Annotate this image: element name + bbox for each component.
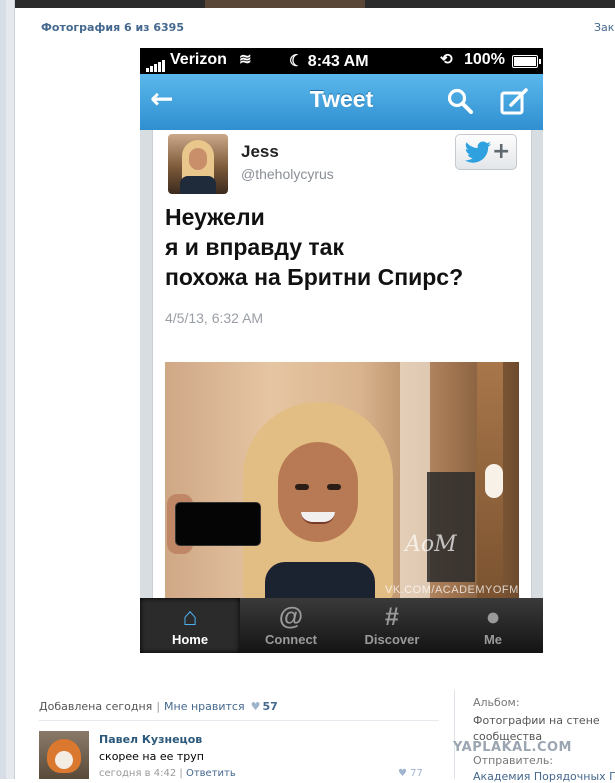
comment-author[interactable]: Павел Кузнецов xyxy=(99,733,202,746)
navbar-title: Tweet xyxy=(309,86,374,112)
ios-status-bar: Verizon ≋ ☾ 8:43 AM ⟲ 100% xyxy=(140,48,543,74)
tab-discover[interactable]: # Discover xyxy=(342,598,442,653)
photo-clothing xyxy=(265,562,375,598)
album-label: Альбом: xyxy=(473,696,520,709)
photo-counter: Фотография 6 из 6395 xyxy=(41,21,184,34)
comment-separator: | xyxy=(179,768,183,779)
tab-connect[interactable]: @ Connect xyxy=(241,598,341,653)
fox-avatar-face xyxy=(55,751,73,769)
background-photo-strip xyxy=(0,0,615,8)
tweet-screenshot[interactable]: Verizon ≋ ☾ 8:43 AM ⟲ 100% ← Tweet Jess … xyxy=(140,48,543,653)
meta-divider xyxy=(39,720,439,721)
tweet-card: Jess @theholycyrus + Неужели я и вправду… xyxy=(152,130,532,598)
carrier-name: Verizon xyxy=(170,51,227,68)
tweet-author-handle[interactable]: @theholycyrus xyxy=(241,166,334,182)
tab-home[interactable]: ⌂ Home xyxy=(140,598,240,653)
avatar[interactable] xyxy=(168,134,228,194)
at-icon: @ xyxy=(278,603,304,631)
tweet-text: Неужели я и вправду так похожа на Бритни… xyxy=(165,202,525,292)
like-button[interactable]: Мне нравится xyxy=(164,700,245,713)
rotation-lock-icon: ⟲ xyxy=(440,51,453,68)
person-icon: ● xyxy=(485,603,501,631)
added-date: Добавлена сегодня xyxy=(39,700,153,713)
hash-icon: # xyxy=(385,603,399,631)
tab-label: Discover xyxy=(364,632,420,647)
avatar-face xyxy=(189,148,207,170)
tab-label: Home xyxy=(171,632,209,647)
avatar-shirt xyxy=(180,176,216,194)
tweet-timestamp: 4/5/13, 6:32 AM xyxy=(165,310,264,326)
heart-icon: ♥ xyxy=(398,768,407,779)
close-viewer-link[interactable]: Зак xyxy=(594,21,614,34)
signal-icon xyxy=(146,54,166,72)
tweet-text-line: похожа на Бритни Спирс? xyxy=(165,264,464,290)
heart-icon: ♥ xyxy=(250,700,261,713)
photo-meta: Добавлена сегодня | Мне нравится ♥ 57 xyxy=(39,700,278,713)
meta-separator: | xyxy=(156,700,161,713)
follow-plus: + xyxy=(492,139,511,164)
compose-icon[interactable] xyxy=(500,88,528,116)
left-page-shade xyxy=(0,0,6,779)
photo-wall-stripe xyxy=(400,362,430,598)
photo-lamp xyxy=(485,464,503,498)
sender-label: Отправитель: xyxy=(473,754,554,767)
watermark-logo: AoM xyxy=(405,532,457,557)
tweet-photo[interactable]: AoM VK.COM/ACADEMYOFMAN xyxy=(165,362,519,598)
wifi-icon: ≋ xyxy=(239,51,252,68)
tweet-text-line: Неужели xyxy=(165,204,265,230)
comment-time: сегодня в 4:42 xyxy=(99,768,177,779)
tweet-author-name[interactable]: Jess xyxy=(241,142,279,162)
comment-avatar[interactable] xyxy=(39,731,89,779)
reply-link[interactable]: Ответить xyxy=(186,768,236,779)
comment-text: скорее на ее труп xyxy=(99,750,204,763)
search-icon[interactable] xyxy=(447,88,473,114)
photo-phone xyxy=(175,502,261,546)
watermark-text: VK.COM/ACADEMYOFMAN xyxy=(385,584,519,596)
like-count: 57 xyxy=(262,700,278,713)
tab-me[interactable]: ● Me xyxy=(443,598,543,653)
photo-eye-left xyxy=(295,484,309,490)
battery-icon xyxy=(512,55,541,68)
house-icon: ⌂ xyxy=(182,603,198,631)
comment-like-button[interactable]: ♥ 77 xyxy=(398,768,423,779)
status-time: ☾ 8:43 AM xyxy=(289,53,369,70)
comment-meta: сегодня в 4:42 | Ответить xyxy=(99,768,236,779)
background-photo-peek xyxy=(205,0,365,8)
tab-bar: ⌂ Home @ Connect # Discover ● Me xyxy=(140,598,543,653)
sender-link[interactable]: Академия Порядочных Парн xyxy=(473,770,615,783)
twitter-bird-icon xyxy=(464,141,491,163)
comment-like-count: 77 xyxy=(410,768,423,779)
photo-face xyxy=(278,442,358,542)
sidebar-divider xyxy=(454,690,455,779)
left-page-edge xyxy=(0,0,15,779)
follow-button[interactable]: + xyxy=(455,134,517,170)
status-time-value: 8:43 AM xyxy=(307,53,369,70)
site-watermark: YAPLAKAL.COM xyxy=(453,740,572,755)
photo-dark-object xyxy=(427,472,475,582)
tweet-navbar: ← Tweet xyxy=(140,74,543,131)
tab-label: Connect xyxy=(265,632,317,647)
tweet-content-area: Jess @theholycyrus + Неужели я и вправду… xyxy=(140,130,543,598)
photo-eye-right xyxy=(327,484,341,490)
tweet-text-line: я и вправду так xyxy=(165,234,344,260)
tab-label: Me xyxy=(483,632,503,647)
battery-percent: 100% xyxy=(464,51,505,68)
